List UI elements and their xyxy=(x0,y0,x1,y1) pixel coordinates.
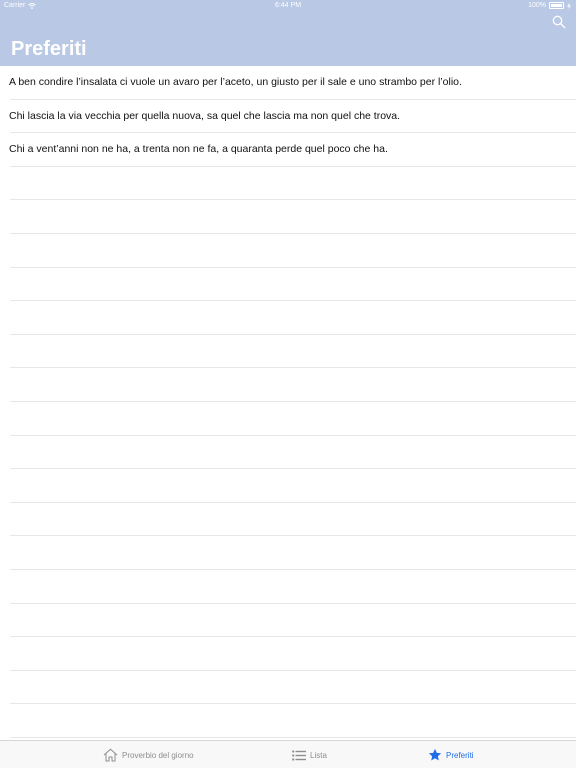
status-battery: 100% xyxy=(528,2,571,9)
star-icon xyxy=(428,748,442,761)
empty-row xyxy=(10,469,576,503)
list-icon xyxy=(292,749,306,761)
search-button[interactable] xyxy=(552,15,566,29)
proverb-text: A ben condire l’insalata ci vuole un ava… xyxy=(9,76,462,88)
list-item[interactable]: Chi lascia la via vecchia per quella nuo… xyxy=(9,100,576,134)
tab-preferiti[interactable]: Preferiti xyxy=(428,741,474,769)
proverb-text: Chi lascia la via vecchia per quella nuo… xyxy=(9,109,401,122)
empty-row xyxy=(10,234,576,268)
empty-row xyxy=(10,704,576,738)
empty-row xyxy=(10,671,576,705)
empty-row xyxy=(10,436,576,470)
tab-lista[interactable]: Lista xyxy=(292,741,327,769)
status-bar: Carrier 6:44 PM 100% xyxy=(0,0,576,12)
search-icon xyxy=(552,15,566,29)
empty-row xyxy=(10,301,576,335)
page-title: Preferiti xyxy=(11,38,87,60)
empty-row xyxy=(10,200,576,234)
empty-row xyxy=(10,604,576,638)
tab-bar: Proverbio del giorno Lista Preferiti xyxy=(0,740,576,768)
battery-icon xyxy=(549,2,564,9)
proverb-text: Chi a vent’anni non ne ha, a trenta non … xyxy=(9,143,388,156)
tab-label: Lista xyxy=(310,750,327,760)
empty-row xyxy=(10,368,576,402)
empty-row xyxy=(10,268,576,302)
empty-row xyxy=(10,536,576,570)
list-item[interactable]: Chi a vent’anni non ne ha, a trenta non … xyxy=(9,133,576,167)
empty-row xyxy=(10,167,576,201)
status-time: 6:44 PM xyxy=(274,2,302,9)
tab-proverbio-del-giorno[interactable]: Proverbio del giorno xyxy=(103,741,194,769)
empty-row xyxy=(10,335,576,369)
charging-icon xyxy=(567,2,571,9)
empty-row xyxy=(10,570,576,604)
tab-label: Proverbio del giorno xyxy=(122,750,194,760)
tab-label: Preferiti xyxy=(446,750,474,760)
list-item[interactable]: A ben condire l’insalata ci vuole un ava… xyxy=(9,66,576,100)
navigation-header: Carrier 6:44 PM 100% Preferiti xyxy=(0,0,576,66)
home-icon xyxy=(103,748,118,762)
favorites-list[interactable]: A ben condire l’insalata ci vuole un ava… xyxy=(0,66,576,740)
empty-row xyxy=(10,637,576,671)
battery-percent: 100% xyxy=(528,2,546,9)
empty-row xyxy=(10,402,576,436)
empty-row xyxy=(10,503,576,537)
